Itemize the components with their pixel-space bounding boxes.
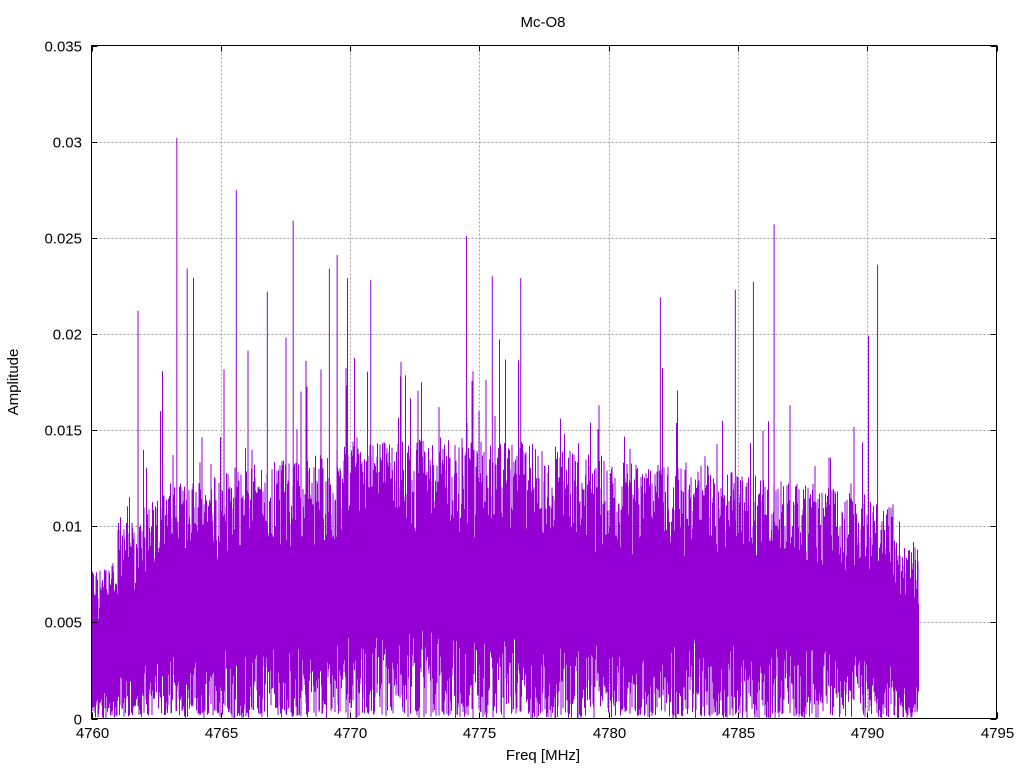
x-tick-label: 4795 <box>981 725 1014 742</box>
y-tick-label: 0.015 <box>44 423 82 440</box>
x-tick-label: 4765 <box>205 725 238 742</box>
spectrum-trace <box>91 277 919 719</box>
spectrum-chart: Mc-O8 4760 4765 4770 4775 4780 4785 4790 479500… <box>5 14 1014 764</box>
y-tick-label: 0.01 <box>53 519 82 536</box>
y-tick-label: 0 <box>74 712 82 729</box>
x-tick-label: 4770 <box>334 725 367 742</box>
y-tick-label: 0.035 <box>44 39 82 56</box>
x-tick-label: 4780 <box>593 725 626 742</box>
x-tick-label: 4790 <box>851 725 884 742</box>
y-tick-label: 0.005 <box>44 615 82 632</box>
y-tick-label: 0.02 <box>53 327 82 344</box>
x-tick-label: 4775 <box>463 725 496 742</box>
y-axis-label: Amplitude <box>5 349 22 416</box>
amplitude-series <box>91 137 919 719</box>
y-tick-label: 0.025 <box>44 231 82 248</box>
x-axis-label: Freq [MHz] <box>506 747 580 764</box>
x-tick-label: 4785 <box>722 725 755 742</box>
chart-title: Mc-O8 <box>521 14 566 31</box>
y-tick-label: 0.03 <box>53 135 82 152</box>
